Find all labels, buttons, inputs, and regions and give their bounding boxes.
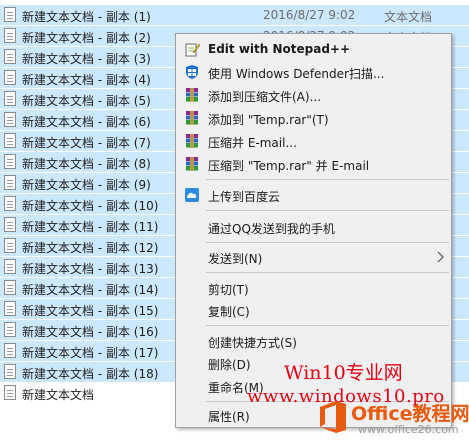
file-name: 新建文本文档 - 副本 (10) [22,199,159,213]
text-file-icon [4,133,16,148]
text-file-icon [4,91,16,106]
text-file-icon [4,259,16,274]
text-file-icon [4,49,16,64]
menu-item-create-shortcut[interactable]: 创建快捷方式(S) [176,330,451,352]
file-name: 新建文本文档 - 副本 (17) [22,346,159,360]
menu-item-defender-scan[interactable]: 使用 Windows Defender扫描... [176,61,451,83]
edit-notepad-label: Edit with Notepad++ [208,42,351,56]
office-brand: Office教程网 [351,403,469,425]
text-file-icon [4,301,16,316]
text-file-icon [4,364,16,379]
file-date: 2016/8/27 9:02 [263,8,356,22]
notepad-plus-plus-icon [185,43,200,57]
file-name: 新建文本文档 - 副本 (11) [22,220,159,234]
properties-label: 属性(R) [208,410,250,424]
add-to-archive-label: 添加到压缩文件(A)... [208,90,322,104]
menu-item-compress-temp-email[interactable]: 压缩到 "Temp.rar" 并 E-mail [176,153,451,175]
file-name: 新建文本文档 - 副本 (14) [22,283,159,297]
menu-item-add-to-temp-rar[interactable]: 添加到 "Temp.rar"(T) [176,107,451,129]
file-name: 新建文本文档 - 副本 (3) [22,52,151,66]
winrar-icon [186,88,198,102]
menu-item-copy[interactable]: 复制(C) [176,299,451,321]
text-file-icon [4,280,16,295]
file-type: 文本文档 [384,10,433,24]
menu-item-edit-notepad[interactable]: Edit with Notepad++ [176,38,451,60]
compress-email-label: 压缩并 E-mail... [208,136,297,150]
text-file-icon [4,385,16,400]
windows-defender-shield-icon [186,65,198,79]
menu-item-add-to-archive[interactable]: 添加到压缩文件(A)... [176,84,451,106]
file-name: 新建文本文档 - 副本 (7) [22,136,151,150]
winrar-icon [186,111,198,125]
delete-label: 删除(D) [208,358,251,372]
menu-separator [206,325,449,326]
menu-separator [206,179,449,180]
menu-item-send-to[interactable]: 发送到(N) [176,246,451,268]
menu-separator [206,242,449,243]
file-name: 新建文本文档 - 副本 (9) [22,178,151,192]
text-file-icon [4,343,16,358]
text-file-icon [4,196,16,211]
file-name: 新建文本文档 - 副本 (13) [22,262,159,276]
menu-item-upload-baidu[interactable]: 上传到百度云 [176,184,451,206]
text-file-icon [4,7,16,22]
file-name: 新建文本文档 - 副本 (12) [22,241,159,255]
menu-item-compress-email[interactable]: 压缩并 E-mail... [176,130,451,152]
watermark-win10: Win10专业网 [284,362,403,384]
cut-label: 剪切(T) [208,283,249,297]
defender-scan-label: 使用 Windows Defender扫描... [208,67,385,81]
text-file-icon [4,238,16,253]
text-file-icon [4,112,16,127]
create-shortcut-label: 创建快捷方式(S) [208,336,297,350]
menu-separator [206,210,449,211]
text-file-icon [4,322,16,337]
file-name: 新建文本文档 - 副本 (6) [22,115,151,129]
send-to-label: 发送到(N) [208,252,263,266]
add-to-temp-rar-label: 添加到 "Temp.rar"(T) [208,113,329,127]
office-site: www.office26.com [358,423,459,436]
winrar-icon [186,134,198,148]
file-row[interactable]: 新建文本文档 - 副本 (1) 2016/8/27 9:02 文本文档 [0,5,469,25]
text-file-icon [4,28,16,43]
menu-item-cut[interactable]: 剪切(T) [176,277,451,299]
file-name: 新建文本文档 - 副本 (2) [22,31,151,45]
text-file-icon [4,175,16,190]
text-file-icon [4,70,16,85]
file-name: 新建文本文档 - 副本 (15) [22,304,159,318]
watermark-office: Office教程网 www.office26.com [318,398,469,438]
text-file-icon [4,154,16,169]
file-name: 新建文本文档 - 副本 (16) [22,325,159,339]
file-name: 新建文本文档 - 副本 (4) [22,73,151,87]
text-file-icon [4,217,16,232]
file-name: 新建文本文档 - 副本 (5) [22,94,151,108]
file-name: 新建文本文档 - 副本 (8) [22,157,151,171]
baidu-cloud-icon [185,188,199,202]
upload-baidu-label: 上传到百度云 [208,190,281,204]
chevron-right-icon [437,251,444,263]
send-qq-label: 通过QQ发送到我的手机 [208,222,335,236]
menu-separator [206,272,449,273]
menu-item-send-qq[interactable]: 通过QQ发送到我的手机 [176,216,451,238]
copy-label: 复制(C) [208,305,250,319]
compress-temp-email-label: 压缩到 "Temp.rar" 并 E-mail [208,159,370,173]
file-name: 新建文本文档 [22,388,95,402]
file-name: 新建文本文档 - 副本 (18) [22,367,159,381]
file-name: 新建文本文档 - 副本 (1) [22,10,151,24]
office-logo-icon [320,401,346,433]
winrar-icon [186,157,198,171]
